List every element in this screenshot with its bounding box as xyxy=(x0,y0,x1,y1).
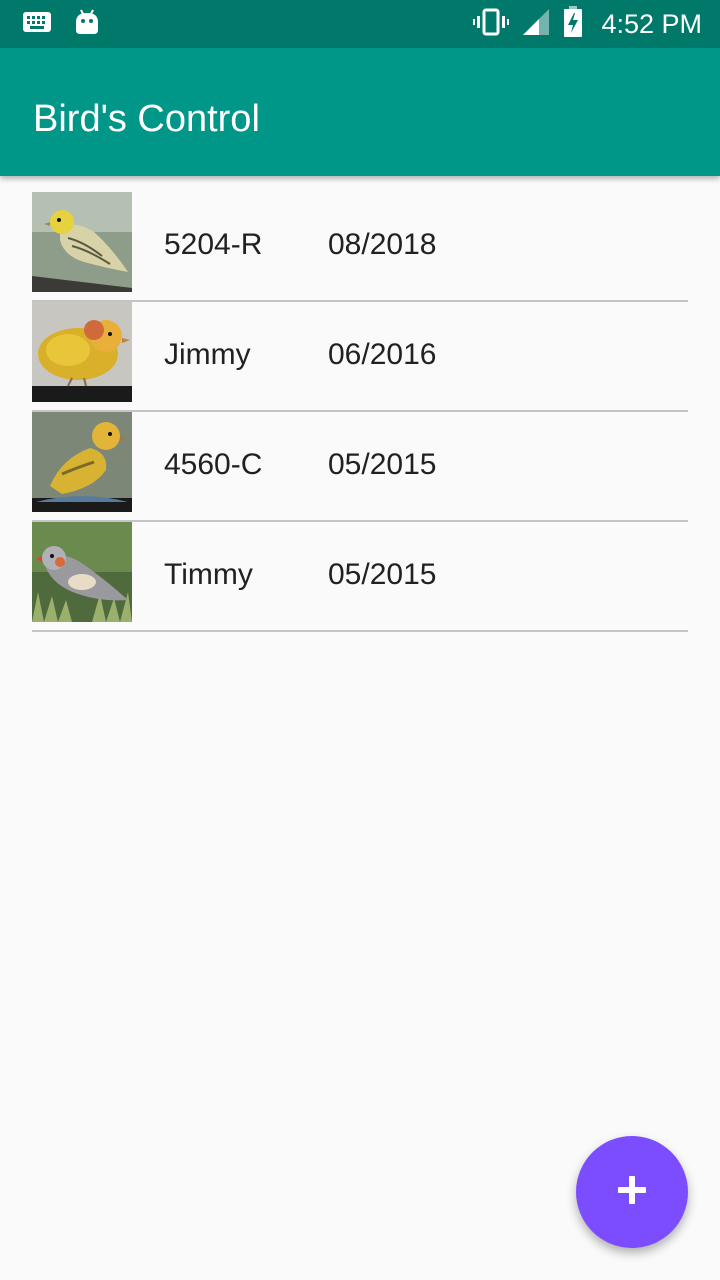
android-icon xyxy=(74,8,100,41)
list-item[interactable]: Jimmy 06/2016 xyxy=(32,302,688,412)
page-title: Bird's Control xyxy=(33,98,260,140)
bird-date: 06/2016 xyxy=(328,338,437,371)
list-item[interactable]: 4560-C 05/2015 xyxy=(32,412,688,522)
vibrate-icon xyxy=(473,8,510,41)
bird-date: 05/2015 xyxy=(328,558,437,591)
status-bar: 4:52 PM xyxy=(0,0,720,48)
plus-icon xyxy=(617,1175,647,1210)
keyboard-icon xyxy=(22,10,52,39)
bird-photo xyxy=(32,522,132,622)
list-item[interactable]: Timmy 05/2015 xyxy=(32,522,688,632)
battery-charging-icon xyxy=(563,5,583,43)
bird-name: 4560-C xyxy=(164,448,263,481)
list-item[interactable]: 5204-R 08/2018 xyxy=(32,192,688,302)
bird-name: 5204-R xyxy=(164,228,263,261)
app-bar: Bird's Control xyxy=(0,48,720,176)
bird-photo xyxy=(32,192,132,292)
status-time: 4:52 PM xyxy=(601,8,702,39)
bird-date: 08/2018 xyxy=(328,228,437,261)
signal-icon xyxy=(521,7,551,42)
bird-date: 05/2015 xyxy=(328,448,437,481)
bird-name: Jimmy xyxy=(164,338,251,371)
bird-photo xyxy=(32,412,132,512)
bird-name: Timmy xyxy=(164,558,253,591)
bird-list: 5204-R 08/2018 Jimmy 06/2016 4560-C 05/2… xyxy=(32,192,688,632)
add-bird-button[interactable] xyxy=(576,1136,688,1248)
bird-photo xyxy=(32,302,132,402)
